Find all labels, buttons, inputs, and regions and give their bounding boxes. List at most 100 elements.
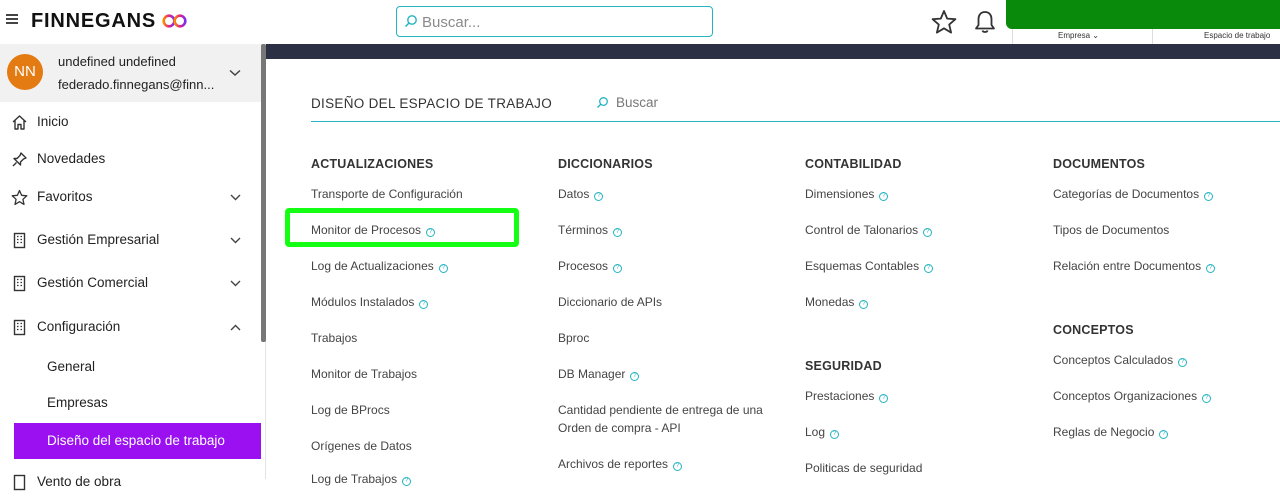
link-modulos-instalados[interactable]: Módulos Instalados?	[311, 293, 429, 311]
link-monitor-trabajos[interactable]: Monitor de Trabajos	[311, 365, 417, 383]
building-icon	[13, 474, 26, 491]
link-label: Tipos de Documentos	[1053, 223, 1170, 237]
link-db-manager[interactable]: DB Manager?	[558, 365, 640, 383]
link-log-bprocs[interactable]: Log de BProcs	[311, 401, 390, 419]
chevron-down-icon	[230, 280, 241, 287]
sidebar-item-favoritos[interactable]: Favoritos	[0, 179, 261, 215]
link-terminos[interactable]: Términos?	[558, 221, 623, 239]
link-bproc[interactable]: Bproc	[558, 329, 589, 347]
link-label: Relación entre Documentos	[1053, 259, 1202, 273]
link-log-actualizaciones[interactable]: Log de Actualizaciones?	[311, 257, 448, 275]
section-heading-diccionarios: DICCIONARIOS	[558, 157, 653, 171]
building-icon	[13, 232, 26, 249]
help-icon[interactable]: ?	[402, 477, 412, 486]
empresa-dropdown[interactable]: Empresa ⌄	[1058, 31, 1099, 40]
help-icon[interactable]: ?	[924, 264, 934, 273]
help-icon[interactable]: ?	[859, 300, 869, 309]
global-search[interactable]	[396, 6, 713, 37]
help-icon[interactable]: ?	[1159, 430, 1169, 439]
link-esquemas-contables[interactable]: Esquemas Contables?	[805, 257, 934, 275]
link-transporte-configuracion[interactable]: Transporte de Configuración	[311, 185, 463, 203]
search-input[interactable]	[422, 12, 702, 32]
link-conceptos-calculados[interactable]: Conceptos Calculados?	[1053, 351, 1188, 369]
help-icon[interactable]: ?	[438, 264, 448, 273]
link-datos[interactable]: Datos?	[558, 185, 604, 203]
user-panel[interactable]: NN undefined undefined federado.finnegan…	[0, 44, 261, 102]
link-categorias-documentos[interactable]: Categorías de Documentos?	[1053, 185, 1214, 203]
link-label: Esquemas Contables	[805, 259, 920, 273]
help-icon[interactable]: ?	[419, 300, 429, 309]
avatar: NN	[7, 54, 43, 90]
link-conceptos-organizaciones[interactable]: Conceptos Organizaciones?	[1053, 387, 1212, 405]
link-prestaciones[interactable]: Prestaciones?	[805, 387, 889, 405]
help-icon[interactable]: ?	[1204, 192, 1214, 201]
help-icon[interactable]: ?	[830, 430, 840, 439]
sidebar-item-gestion-empresarial[interactable]: Gestión Empresarial	[0, 222, 261, 258]
sidebar-item-inicio[interactable]: Inicio	[0, 104, 261, 140]
help-icon[interactable]: ?	[613, 264, 623, 273]
link-log[interactable]: Log?	[805, 423, 840, 441]
link-reglas-negocio[interactable]: Reglas de Negocio?	[1053, 423, 1169, 441]
link-label: Diccionario de APIs	[558, 295, 663, 309]
section-heading-documentos: DOCUMENTOS	[1053, 157, 1146, 171]
help-icon[interactable]: ?	[923, 228, 933, 237]
chevron-up-icon	[230, 324, 241, 331]
star-icon	[11, 189, 28, 206]
link-procesos[interactable]: Procesos?	[558, 257, 623, 275]
link-trabajos[interactable]: Trabajos	[311, 329, 357, 347]
sidebar-item-label: Inicio	[37, 114, 69, 129]
sidebar-item-novedades[interactable]: Novedades	[0, 141, 261, 177]
help-icon[interactable]: ?	[1202, 394, 1212, 403]
company-selector-bar: Empresa ⌄ Espacio de trabajo	[1012, 29, 1280, 44]
link-tipos-documentos[interactable]: Tipos de Documentos	[1053, 221, 1169, 239]
menu-icon[interactable]	[6, 14, 18, 26]
link-label: Bproc	[558, 331, 590, 345]
link-cantidad-pendiente-api[interactable]: Cantidad pendiente de entrega de una Ord…	[558, 401, 768, 437]
sidebar-subitem-empresas[interactable]: Empresas	[14, 385, 261, 421]
link-origenes-datos[interactable]: Orígenes de Datos	[311, 437, 412, 455]
empresa-label: Empresa	[1058, 31, 1091, 40]
sidebar-item-label: Vento de obra	[37, 474, 122, 489]
link-politicas-seguridad[interactable]: Politicas de seguridad	[805, 459, 922, 477]
sidebar-item-configuracion[interactable]: Configuración	[0, 309, 261, 345]
sidebar-item-partial[interactable]: Vento de obra	[0, 464, 261, 500]
help-icon[interactable]: ?	[1178, 358, 1188, 367]
home-icon	[12, 115, 27, 130]
link-diccionario-apis[interactable]: Diccionario de APIs	[558, 293, 662, 311]
help-icon[interactable]: ?	[630, 372, 640, 381]
sidebar-subitem-diseno-espacio[interactable]: Diseño del espacio de trabajo	[14, 423, 261, 459]
sidebar-subitem-label: Empresas	[47, 395, 108, 410]
link-label: Conceptos Calculados	[1053, 353, 1174, 367]
help-icon[interactable]: ?	[613, 228, 623, 237]
sidebar-scrollbar[interactable]	[261, 44, 266, 342]
sidebar-subitem-general[interactable]: General	[14, 349, 261, 385]
link-label: Trabajos	[311, 331, 358, 345]
link-label: Log de Actualizaciones	[311, 259, 434, 273]
divider	[311, 121, 1280, 122]
chevron-down-icon[interactable]	[229, 69, 241, 77]
help-icon[interactable]: ?	[879, 192, 889, 201]
section-heading-seguridad: SEGURIDAD	[805, 359, 882, 373]
company-banner[interactable]	[1006, 0, 1280, 29]
link-log-trabajos[interactable]: Log de Trabajos?	[311, 470, 412, 488]
sidebar-item-gestion-comercial[interactable]: Gestión Comercial	[0, 265, 261, 301]
help-icon[interactable]: ?	[879, 394, 889, 403]
star-icon[interactable]	[931, 9, 957, 35]
highlight-box	[285, 208, 519, 247]
link-monedas[interactable]: Monedas?	[805, 293, 869, 311]
help-icon[interactable]: ?	[673, 462, 683, 471]
link-control-talonarios[interactable]: Control de Talonarios?	[805, 221, 933, 239]
link-relacion-documentos[interactable]: Relación entre Documentos?	[1053, 257, 1216, 275]
divider	[1012, 29, 1013, 44]
link-archivos-reportes[interactable]: Archivos de reportes?	[558, 455, 683, 473]
link-label: Términos	[558, 223, 609, 237]
brand-logo[interactable]: FINNEGANS	[31, 10, 156, 33]
bell-icon[interactable]	[973, 9, 997, 35]
workspace-search-input[interactable]: Buscar	[616, 95, 658, 110]
sidebar-item-label: Favoritos	[37, 189, 93, 204]
help-icon[interactable]: ?	[1206, 264, 1216, 273]
workspace-dropdown[interactable]: Espacio de trabajo	[1204, 31, 1270, 40]
link-label: Log de BProcs	[311, 403, 390, 417]
link-dimensiones[interactable]: Dimensiones?	[805, 185, 889, 203]
help-icon[interactable]: ?	[594, 192, 604, 201]
